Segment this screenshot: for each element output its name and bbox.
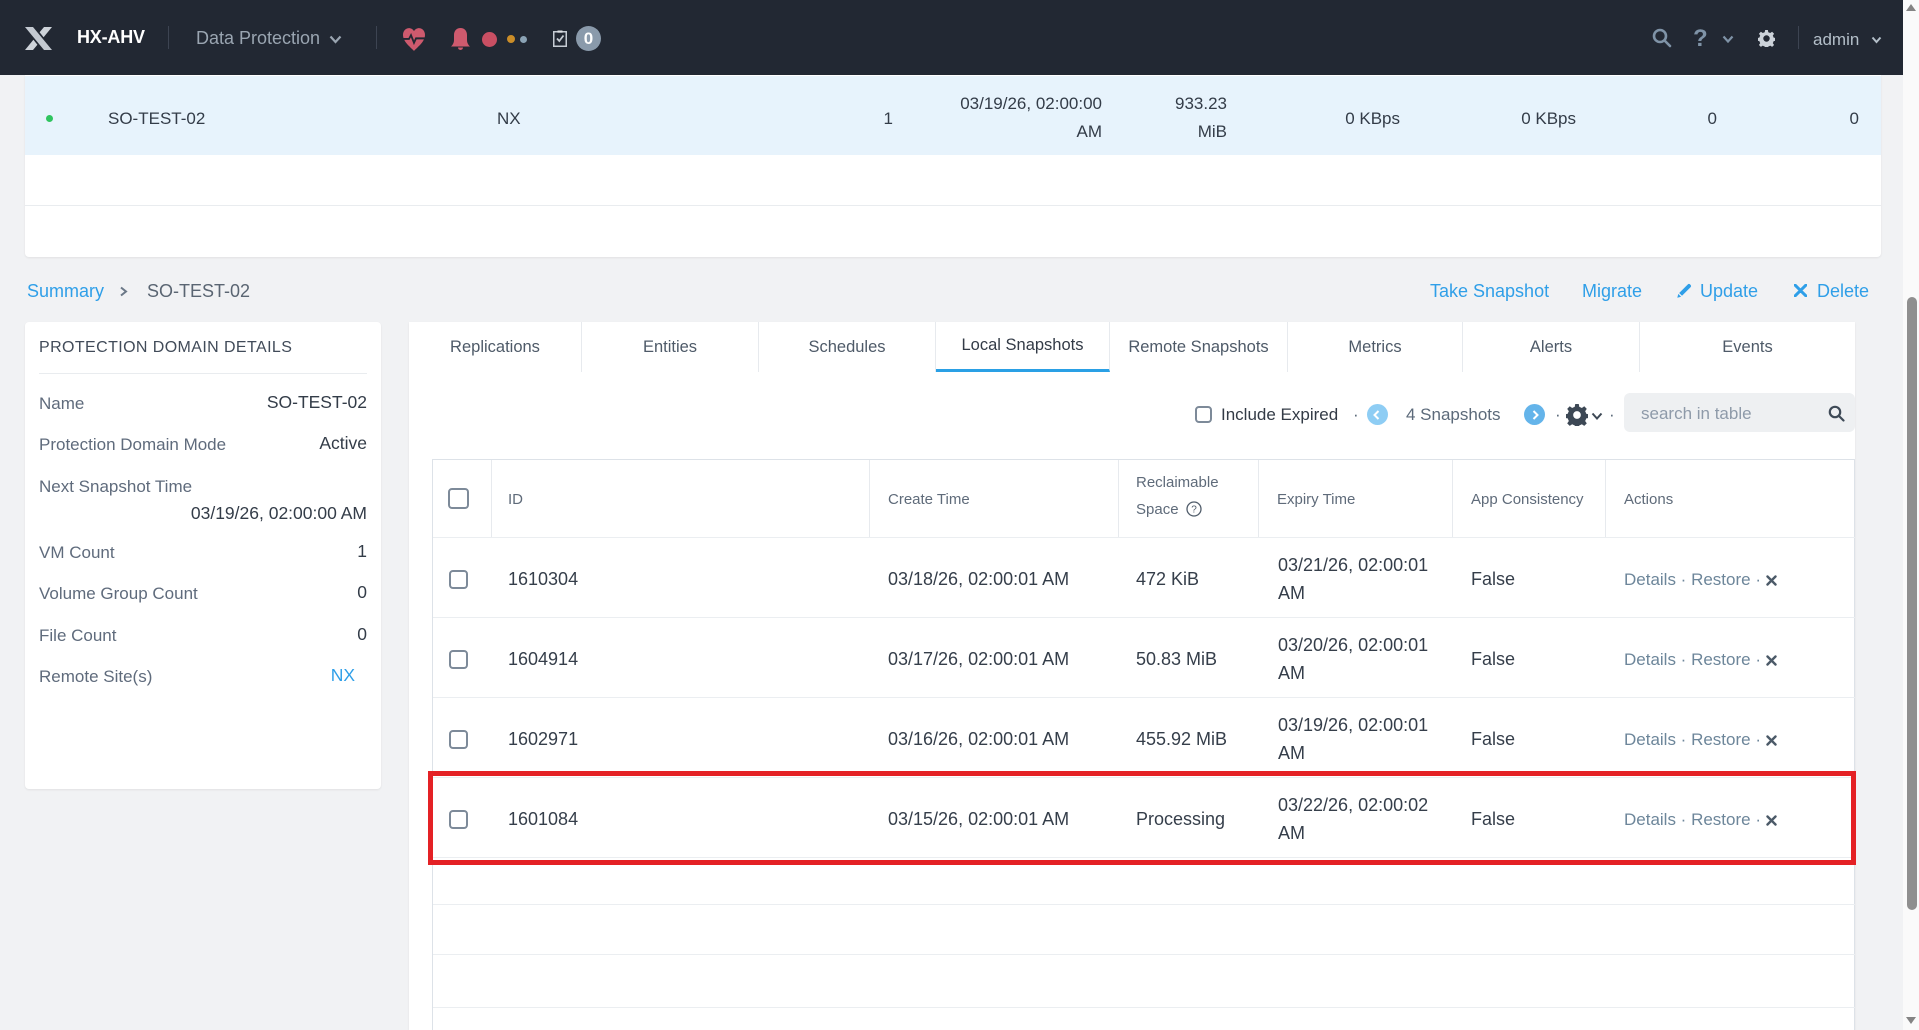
svg-text:?: ? [1191,505,1197,516]
